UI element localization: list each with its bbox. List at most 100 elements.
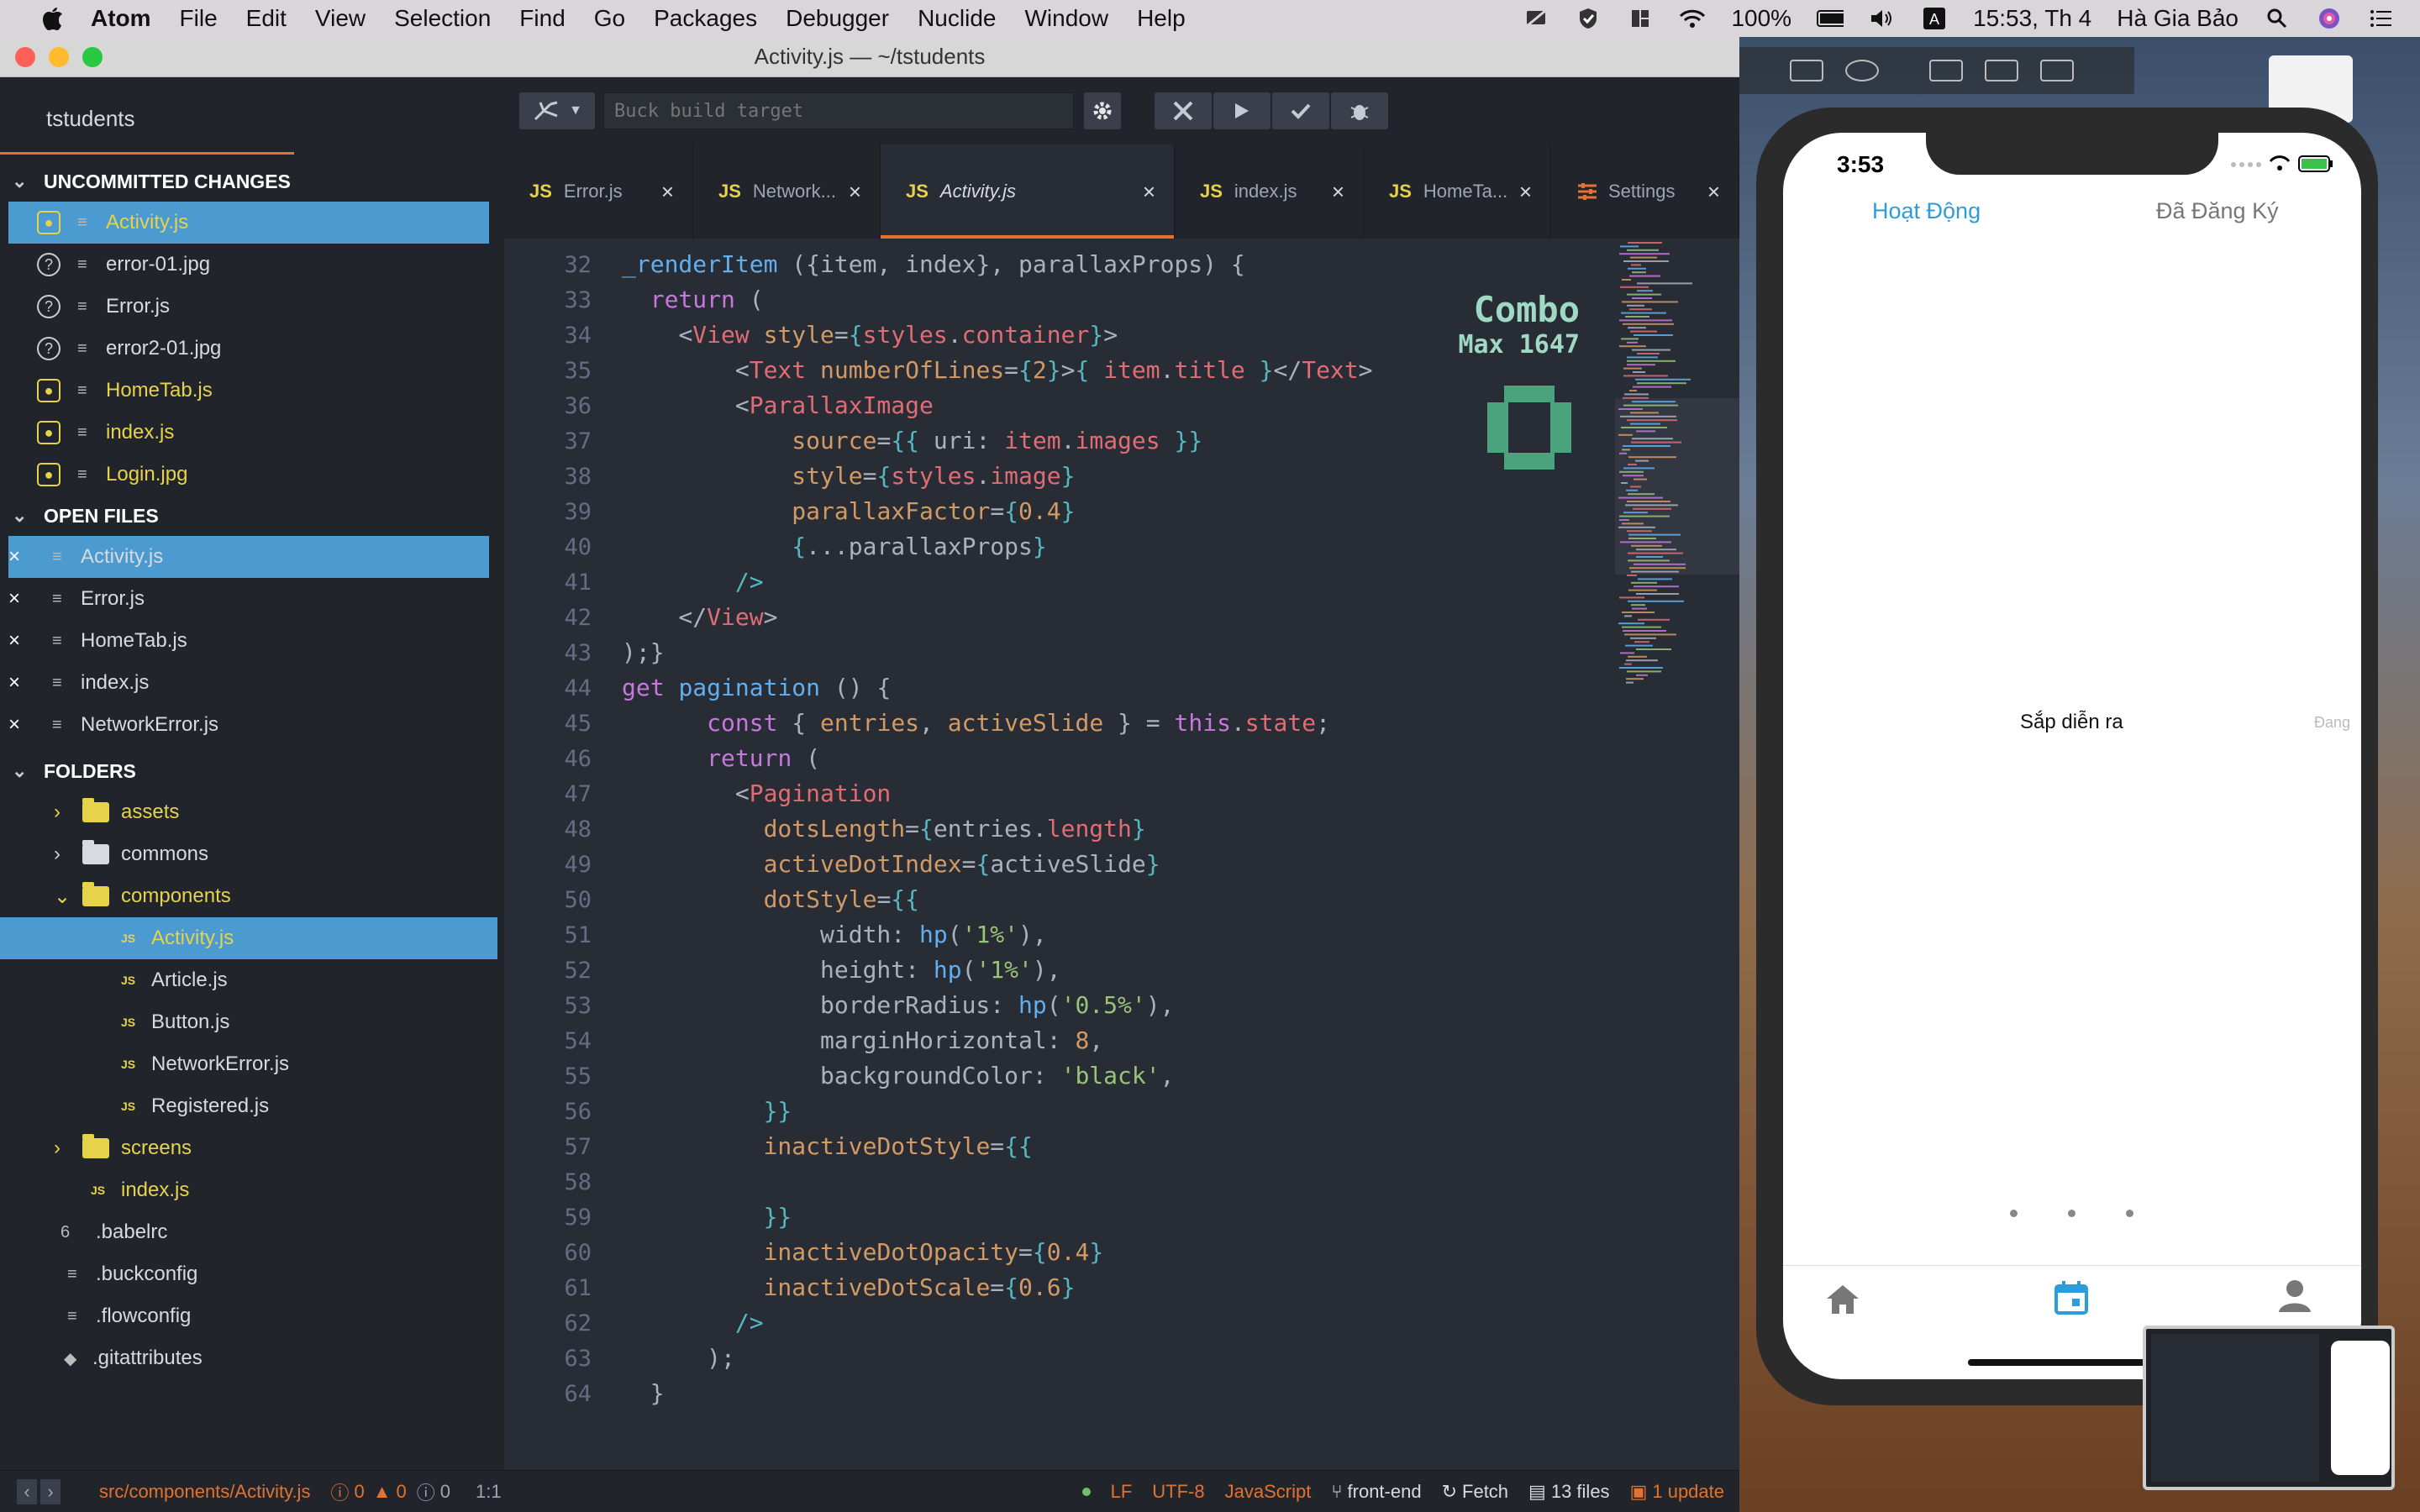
file-item[interactable]: ≡ .buckconfig — [0, 1253, 504, 1295]
cursor-position[interactable]: 1:1 — [476, 1481, 502, 1503]
menu-debugger[interactable]: Debugger — [786, 5, 889, 32]
uncommitted-file-item[interactable]: ● ≡ Activity.js — [8, 202, 489, 244]
uncommitted-file-item[interactable]: ● ≡ Login.jpg — [0, 454, 504, 496]
window-minimize-button[interactable] — [49, 46, 69, 67]
notification-center-icon[interactable] — [2368, 7, 2395, 30]
shield-icon[interactable] — [1575, 7, 1602, 30]
screenshot-preview-thumbnail[interactable] — [2143, 1326, 2395, 1490]
open-file-item[interactable]: × ≡ index.js — [0, 662, 504, 704]
line-ending[interactable]: LF — [1111, 1481, 1133, 1503]
package-update[interactable]: 1 update — [1652, 1481, 1724, 1503]
layout-right-icon[interactable] — [2040, 60, 2074, 81]
tab-hometab-js[interactable]: JS HomeTa... × — [1364, 144, 1551, 239]
sim-tab-active[interactable]: Hoạt Động — [1872, 198, 1981, 224]
open-files-header[interactable]: ⌄ OPEN FILES — [0, 496, 504, 536]
layout-bottom-icon[interactable] — [1985, 60, 2018, 81]
warning-count[interactable]: 0 — [397, 1481, 407, 1503]
minimap[interactable] — [1615, 239, 1739, 1470]
window-close-button[interactable] — [15, 46, 35, 67]
tab-activity-js[interactable]: JS Activity.js × — [881, 144, 1175, 239]
file-item[interactable]: ≡ .flowconfig — [0, 1295, 504, 1337]
menu-packages[interactable]: Packages — [654, 5, 757, 32]
git-branch[interactable]: front-end — [1348, 1481, 1422, 1503]
spotlight-search-icon[interactable] — [2264, 7, 2291, 30]
clock[interactable]: 15:53, Th 4 — [1973, 5, 2091, 32]
close-icon[interactable]: × — [8, 713, 29, 737]
close-icon[interactable]: × — [8, 671, 29, 695]
sim-person-icon[interactable] — [2277, 1278, 2312, 1318]
close-icon[interactable]: × — [8, 587, 29, 611]
menu-view[interactable]: View — [315, 5, 366, 32]
menu-go[interactable]: Go — [594, 5, 625, 32]
window-zoom-button[interactable] — [82, 46, 103, 67]
window-layout-icon[interactable] — [1627, 7, 1654, 30]
uncommitted-file-item[interactable]: ? ≡ Error.js — [0, 286, 504, 328]
uncommitted-file-item[interactable]: ? ≡ error-01.jpg — [0, 244, 504, 286]
file-item[interactable]: JS Button.js — [0, 1001, 504, 1043]
code-lines[interactable]: _renderItem ({item, index}, parallaxProp… — [622, 239, 1546, 1470]
menu-nuclide[interactable]: Nuclide — [918, 5, 996, 32]
debug-button[interactable] — [1331, 92, 1388, 129]
apple-icon[interactable] — [34, 6, 71, 31]
open-file-item[interactable]: × ≡ NetworkError.js — [0, 704, 504, 746]
battery-icon[interactable] — [1817, 7, 1844, 30]
close-icon[interactable]: × — [8, 545, 29, 569]
forward-arrow-icon[interactable]: › — [40, 1478, 60, 1504]
notifications-muted-icon[interactable] — [1523, 7, 1549, 30]
menu-app-atom[interactable]: Atom — [91, 5, 151, 32]
open-file-item[interactable]: × ≡ Error.js — [0, 578, 504, 620]
sim-calendar-icon[interactable] — [2054, 1280, 2089, 1320]
back-arrow-icon[interactable]: ‹ — [17, 1478, 37, 1504]
test-button[interactable] — [1272, 92, 1329, 129]
error-icon[interactable]: ⓘ — [330, 1478, 349, 1505]
menu-help[interactable]: Help — [1137, 5, 1186, 32]
tab-close-icon[interactable]: × — [1707, 179, 1720, 205]
tab-settings[interactable]: Settings × — [1551, 144, 1739, 239]
close-icon[interactable]: × — [8, 629, 29, 653]
tab-network-error-js[interactable]: JS Network... × — [693, 144, 881, 239]
menu-selection[interactable]: Selection — [394, 5, 491, 32]
tab-index-js[interactable]: JS index.js × — [1175, 144, 1364, 239]
sim-slide-peek-title[interactable]: Đang — [2314, 714, 2350, 732]
wifi-icon[interactable] — [1679, 7, 1706, 30]
build-button[interactable] — [1155, 92, 1212, 129]
run-button[interactable] — [1213, 92, 1270, 129]
grammar[interactable]: JavaScript — [1225, 1481, 1312, 1503]
simulator-home-icon[interactable] — [1790, 60, 1823, 81]
folder-item-components[interactable]: ⌄ components — [0, 875, 504, 917]
ios-simulator-screen[interactable]: 3:53 Hoạt Động Đã Đăng Ký Sắp diễn ra Đa… — [1783, 133, 2361, 1379]
siri-icon[interactable] — [2316, 7, 2343, 30]
file-item-activity[interactable]: JS Activity.js — [0, 917, 497, 959]
buck-task-selector[interactable]: ▼ — [519, 92, 595, 129]
info-count[interactable]: 0 — [440, 1481, 450, 1503]
menu-edit[interactable]: Edit — [246, 5, 287, 32]
volume-icon[interactable] — [1869, 7, 1896, 30]
project-tab[interactable]: tstudents — [0, 77, 504, 161]
tab-close-icon[interactable]: × — [849, 179, 861, 205]
sim-home-icon[interactable] — [1825, 1284, 1860, 1320]
file-item[interactable]: ◆ .gitattributes — [0, 1337, 504, 1379]
encoding[interactable]: UTF-8 — [1152, 1481, 1204, 1503]
code-editor[interactable]: 32 33 34 35 36 37 38 39 40 41 42 43 44 45 46 47 48 49 50 51… — [504, 239, 1739, 1470]
uncommitted-file-item[interactable]: ? ≡ error2-01.jpg — [0, 328, 504, 370]
file-item[interactable]: JS Registered.js — [0, 1085, 504, 1127]
open-file-item[interactable]: × ≡ Activity.js — [8, 536, 489, 578]
folder-item-screens[interactable]: › screens — [0, 1127, 504, 1169]
file-item[interactable]: 6 .babelrc — [0, 1211, 504, 1253]
folders-header[interactable]: ⌄ FOLDERS — [0, 751, 504, 791]
buck-build-target-input[interactable] — [603, 92, 1074, 129]
sim-tab-inactive[interactable]: Đã Đăng Ký — [2156, 198, 2279, 224]
git-fetch[interactable]: Fetch — [1462, 1481, 1508, 1503]
simulator-screenshot-icon[interactable] — [1845, 60, 1879, 81]
menu-find[interactable]: Find — [519, 5, 565, 32]
error-count[interactable]: 0 — [354, 1481, 364, 1503]
tab-close-icon[interactable]: × — [1519, 179, 1532, 205]
file-item[interactable]: JS Article.js — [0, 959, 504, 1001]
uncommitted-file-item[interactable]: ● ≡ index.js — [0, 412, 504, 454]
file-path[interactable]: src/components/Activity.js — [99, 1481, 310, 1503]
folder-item-assets[interactable]: › assets — [0, 791, 504, 833]
menu-file[interactable]: File — [180, 5, 218, 32]
tab-close-icon[interactable]: × — [1332, 179, 1344, 205]
uncommitted-changes-header[interactable]: ⌄ UNCOMMITTED CHANGES — [0, 161, 504, 202]
input-source-icon[interactable]: A — [1921, 7, 1948, 30]
